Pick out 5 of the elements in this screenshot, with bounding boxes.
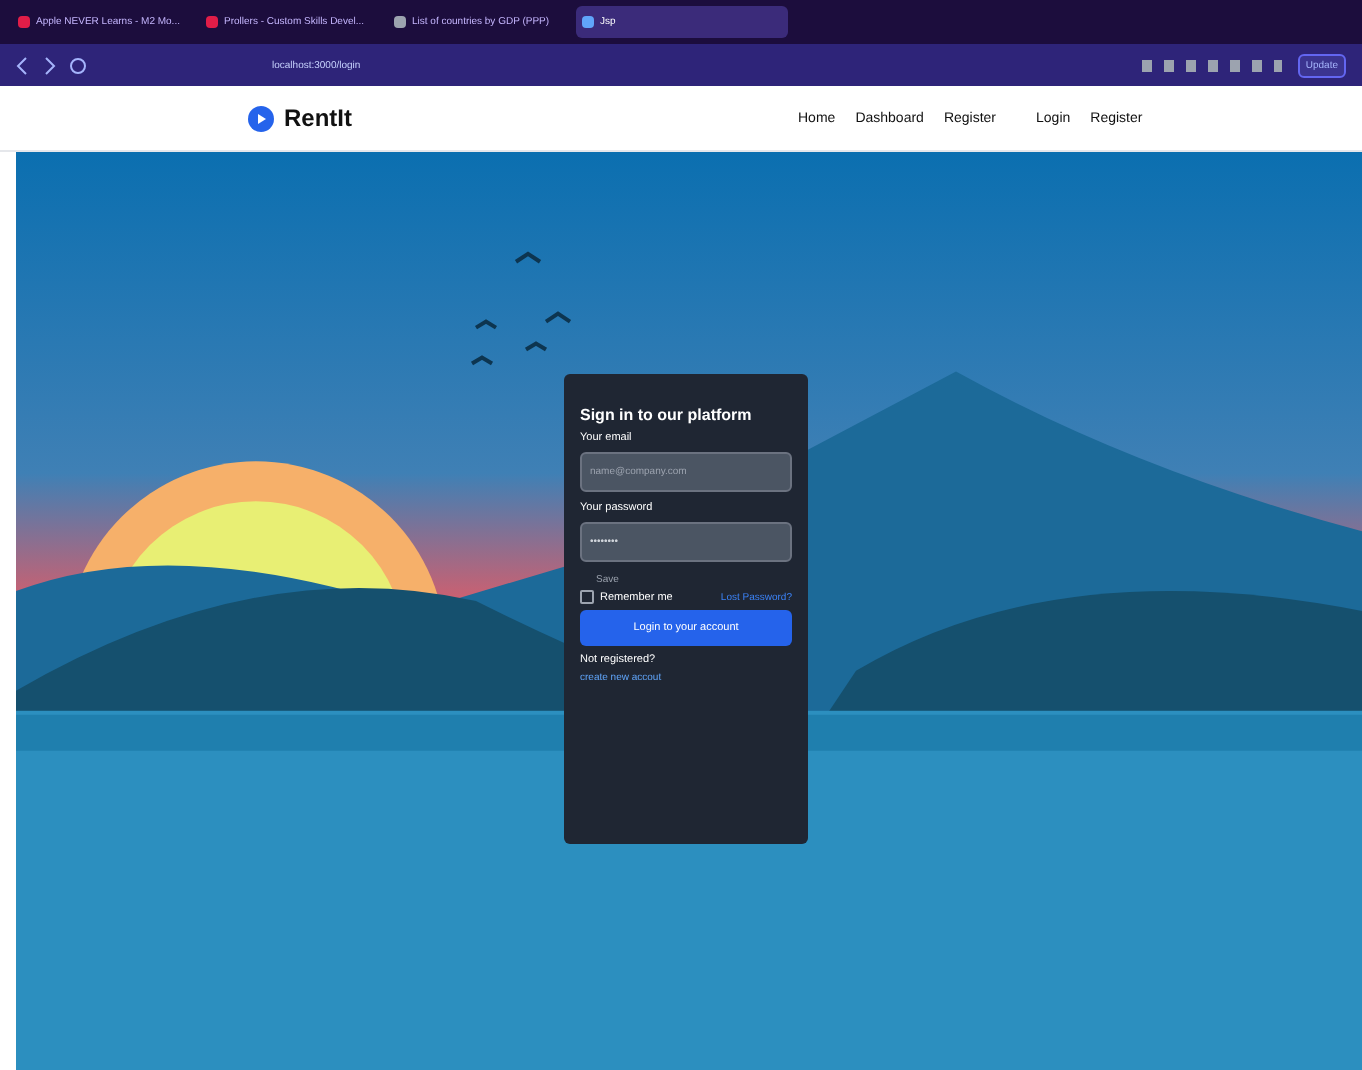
brand-name[interactable]: RentIt (284, 104, 352, 132)
play-logo-icon (248, 105, 274, 131)
remember-checkbox[interactable] (580, 590, 594, 604)
form-title: Sign in to our platform (580, 406, 754, 424)
navigation-icon[interactable] (16, 55, 88, 75)
